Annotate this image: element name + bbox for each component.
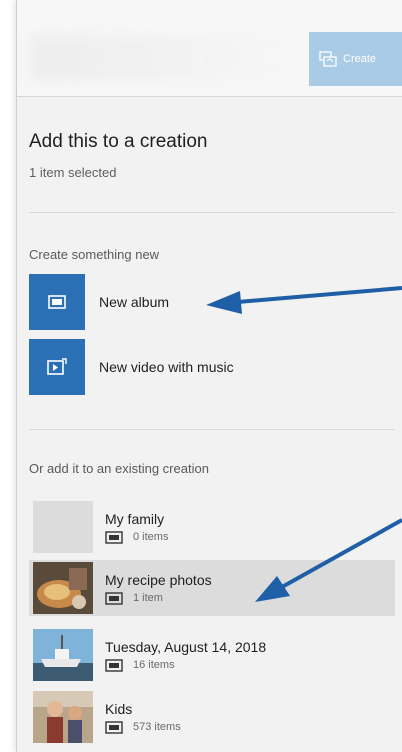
creation-item-count: 573 items bbox=[133, 721, 181, 733]
create-new-label: Create something new bbox=[29, 247, 160, 262]
video-tile bbox=[29, 339, 85, 395]
creation-thumbnail bbox=[33, 501, 93, 553]
album-icon bbox=[105, 530, 123, 544]
creation-item-my-family[interactable]: My family 0 items bbox=[29, 499, 395, 555]
creation-name: My family bbox=[105, 510, 165, 527]
creation-name: Kids bbox=[105, 700, 133, 717]
panel-title: Add this to a creation bbox=[29, 131, 208, 152]
album-icon bbox=[105, 658, 123, 672]
creation-name: My recipe photos bbox=[105, 571, 212, 588]
kids-photo-thumbnail bbox=[33, 691, 93, 743]
add-to-creation-panel: Create Add this to a creation 1 item sel… bbox=[16, 0, 402, 752]
creation-thumbnail bbox=[33, 629, 93, 681]
divider bbox=[29, 429, 395, 430]
recipe-photo-thumbnail bbox=[33, 562, 93, 614]
album-icon bbox=[48, 295, 66, 309]
video-music-icon bbox=[47, 358, 67, 375]
creation-thumbnail bbox=[33, 562, 93, 614]
top-bar: Create bbox=[17, 0, 402, 97]
creation-item-my-recipe-photos[interactable]: My recipe photos 1 item bbox=[29, 560, 395, 616]
create-button[interactable]: Create bbox=[309, 32, 402, 86]
album-icon bbox=[105, 591, 123, 605]
creation-item-count: 1 item bbox=[133, 592, 163, 604]
new-video-label: New video with music bbox=[99, 359, 234, 375]
creation-thumbnail bbox=[33, 691, 93, 743]
creation-item-tuesday-august-14-2018[interactable]: Tuesday, August 14, 2018 16 items bbox=[29, 627, 395, 683]
creation-name: Tuesday, August 14, 2018 bbox=[105, 638, 267, 655]
new-album-option[interactable]: New album bbox=[29, 274, 399, 330]
create-button-label: Create bbox=[343, 53, 377, 65]
blurred-background bbox=[31, 36, 291, 80]
new-album-label: New album bbox=[99, 294, 170, 310]
divider bbox=[29, 212, 395, 213]
creation-item-count: 0 items bbox=[133, 531, 169, 543]
boat-photo-thumbnail bbox=[33, 629, 93, 681]
album-icon bbox=[105, 720, 123, 734]
creation-item-count: 16 items bbox=[133, 659, 175, 671]
creation-item-kids[interactable]: Kids 573 items bbox=[29, 689, 395, 745]
selection-count: 1 item selected bbox=[29, 165, 117, 180]
album-tile bbox=[29, 274, 85, 330]
create-icon bbox=[319, 51, 337, 67]
new-video-option[interactable]: New video with music bbox=[29, 339, 399, 395]
existing-creation-label: Or add it to an existing creation bbox=[29, 461, 209, 476]
